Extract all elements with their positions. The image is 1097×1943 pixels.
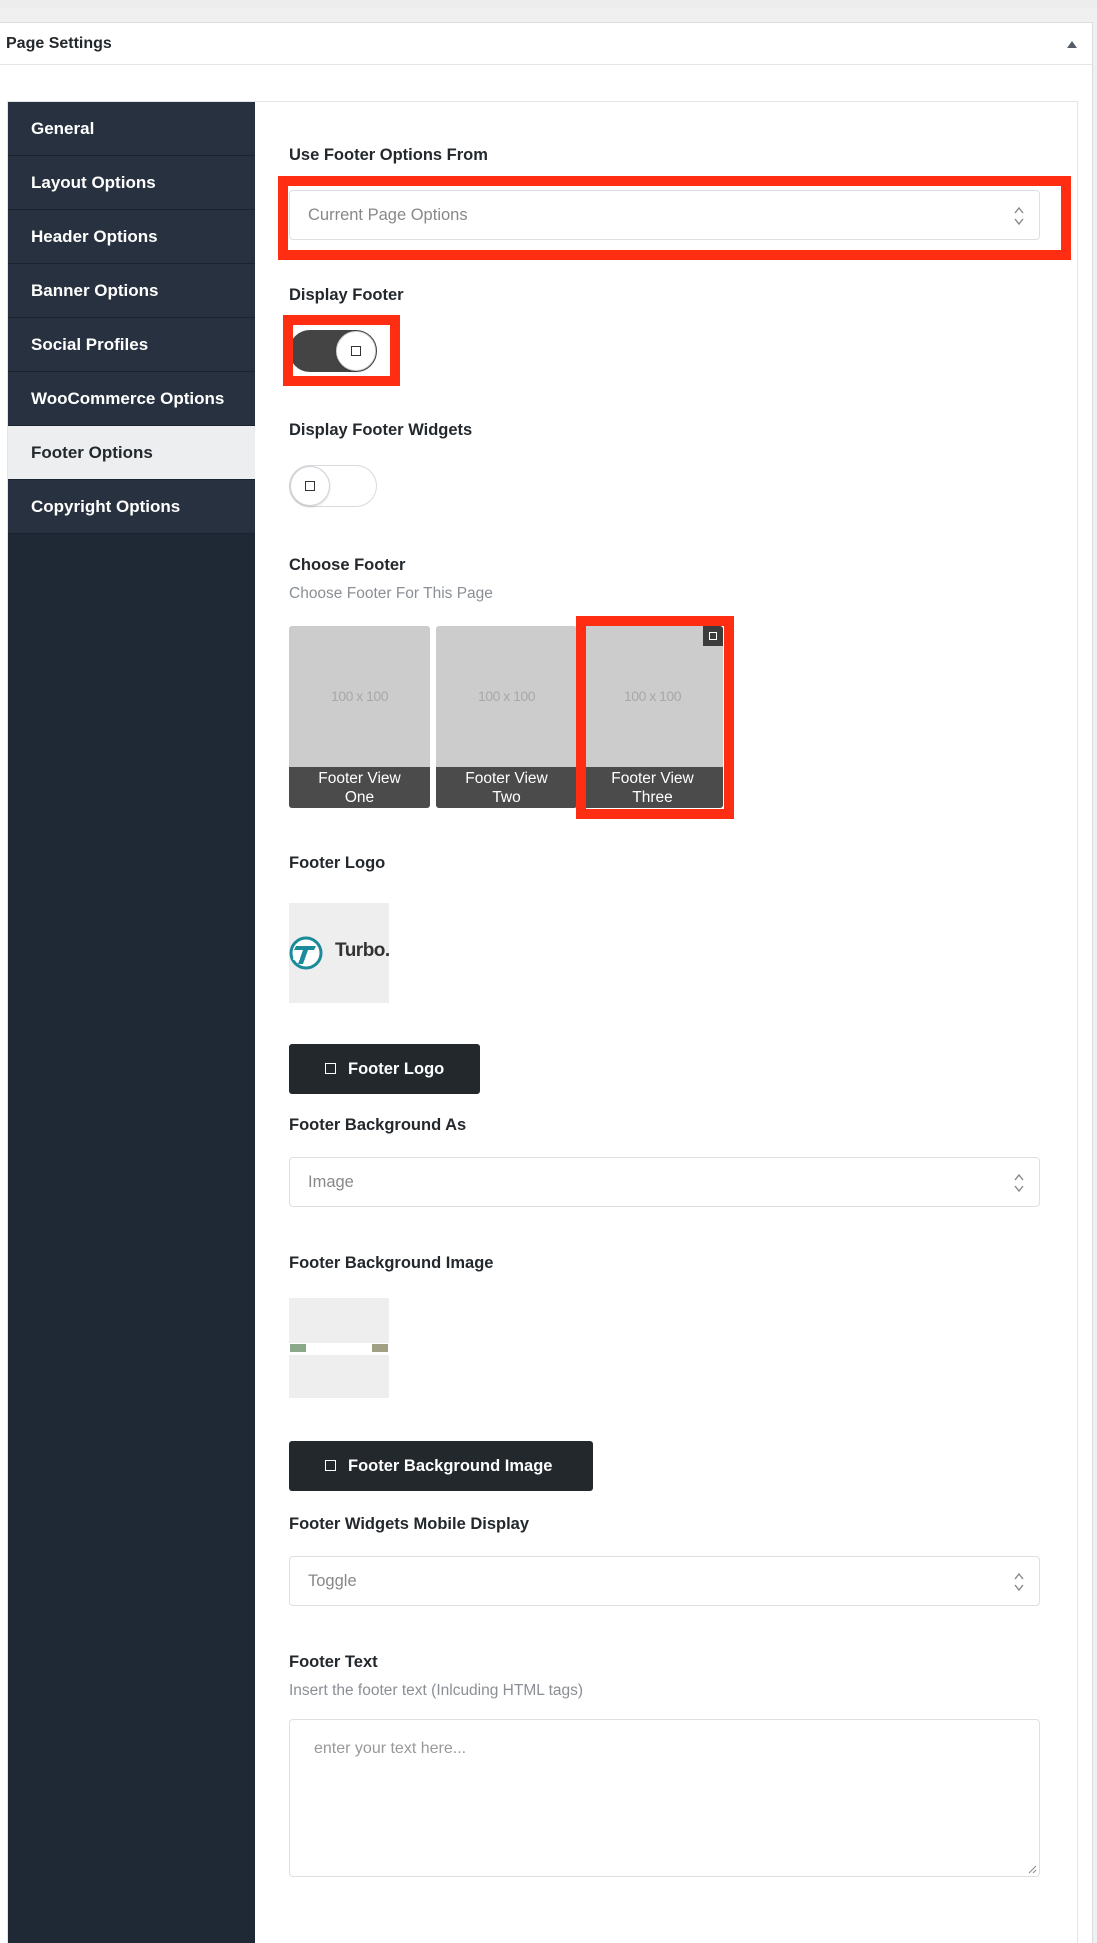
footer-text-textarea[interactable]	[289, 1719, 1040, 1877]
display-footer-label: Display Footer	[289, 286, 404, 304]
footer-options-content: Use Footer Options From Current Page Opt…	[255, 102, 1077, 1943]
square-icon	[351, 346, 361, 356]
collapse-arrow-icon[interactable]	[1064, 37, 1080, 51]
sidebar-item-woocommerce-options[interactable]: WooCommerce Options	[8, 372, 255, 426]
sidebar-item-footer-options[interactable]: Footer Options	[8, 426, 255, 480]
image-placeholder-text: 100 x 100	[331, 688, 389, 704]
footer-view-three-option[interactable]: 100 x 100 Footer View Three	[582, 626, 723, 808]
footer-text-label: Footer Text	[289, 1653, 378, 1671]
select-chevron-icon	[1014, 206, 1024, 226]
sidebar-item-banner-options[interactable]: Banner Options	[8, 264, 255, 318]
square-icon	[305, 481, 315, 491]
top-strip	[0, 0, 1097, 8]
select-chevron-icon	[1014, 1572, 1024, 1592]
footer-background-image-label: Footer Background Image	[289, 1254, 494, 1272]
use-footer-from-label: Use Footer Options From	[289, 146, 488, 164]
footer-background-as-value: Image	[308, 1172, 354, 1191]
switch-knob	[290, 466, 330, 506]
footer-widgets-mobile-label: Footer Widgets Mobile Display	[289, 1515, 530, 1533]
selected-check-icon	[703, 626, 723, 646]
footer-background-image-button-label: Footer Background Image	[348, 1456, 553, 1475]
footer-logo-button-label: Footer Logo	[348, 1059, 445, 1078]
footer-text-description: Insert the footer text (Inlcuding HTML t…	[289, 1682, 584, 1699]
footer-background-as-label: Footer Background As	[289, 1116, 467, 1134]
sidebar-item-copyright-options[interactable]: Copyright Options	[8, 480, 255, 534]
resize-grip-icon[interactable]	[1027, 1864, 1037, 1874]
use-footer-from-value: Current Page Options	[308, 205, 468, 224]
sidebar-item-layout-options[interactable]: Layout Options	[8, 156, 255, 210]
logo-text: Turbo.	[335, 940, 390, 961]
footer-view-caption: Footer View One	[289, 767, 430, 808]
select-chevron-icon	[1014, 1173, 1024, 1193]
footer-widgets-mobile-value: Toggle	[308, 1571, 357, 1590]
background-image-detail	[372, 1344, 388, 1352]
footer-view-two-option[interactable]: 100 x 100 Footer View Two	[436, 626, 577, 808]
footer-view-caption: Footer View Two	[436, 767, 577, 808]
use-footer-from-select[interactable]: Current Page Options	[289, 190, 1040, 240]
metabox-header[interactable]: Page Settings	[0, 23, 1092, 65]
footer-widgets-mobile-select[interactable]: Toggle	[289, 1556, 1040, 1606]
footer-view-caption: Footer View Three	[582, 767, 723, 808]
footer-background-as-select[interactable]: Image	[289, 1157, 1040, 1207]
sidebar-item-general[interactable]: General	[8, 102, 255, 156]
footer-logo-label: Footer Logo	[289, 854, 386, 872]
footer-logo-preview: Turbo.	[289, 903, 390, 1003]
image-placeholder-text: 100 x 100	[478, 688, 536, 704]
display-footer-widgets-label: Display Footer Widgets	[289, 421, 473, 439]
page-settings-metabox: Page Settings General Layout Options Hea…	[0, 22, 1093, 1943]
image-placeholder-text: 100 x 100	[624, 688, 682, 704]
choose-footer-description: Choose Footer For This Page	[289, 585, 493, 602]
background-image-detail	[290, 1344, 306, 1352]
square-icon	[325, 1063, 336, 1074]
sidebar-item-social-profiles[interactable]: Social Profiles	[8, 318, 255, 372]
footer-background-preview	[289, 1298, 389, 1398]
settings-panel: General Layout Options Header Options Ba…	[7, 101, 1078, 1943]
footer-background-image-button[interactable]: Footer Background Image	[289, 1441, 593, 1491]
footer-view-one-option[interactable]: 100 x 100 Footer View One	[289, 626, 430, 808]
metabox-title: Page Settings	[6, 35, 112, 52]
choose-footer-label: Choose Footer	[289, 556, 406, 574]
display-footer-widgets-switch[interactable]	[289, 465, 377, 507]
switch-knob	[336, 331, 376, 371]
footer-logo-button[interactable]: Footer Logo	[289, 1044, 480, 1094]
sidebar-nav: General Layout Options Header Options Ba…	[8, 102, 255, 1943]
square-icon	[325, 1460, 336, 1471]
sidebar-item-header-options[interactable]: Header Options	[8, 210, 255, 264]
display-footer-switch[interactable]	[289, 330, 377, 372]
